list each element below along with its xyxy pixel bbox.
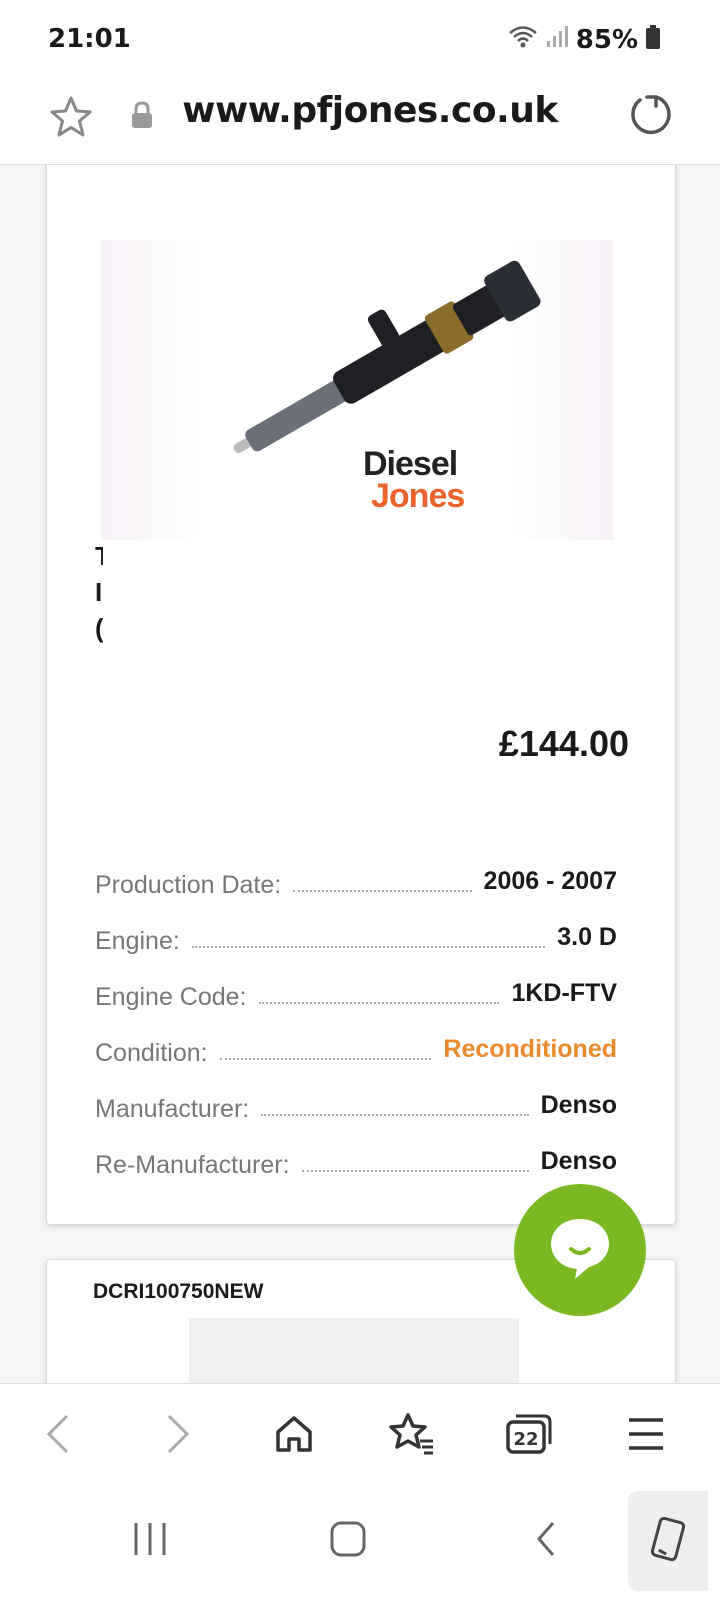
product-image[interactable]: Diesel Jones [101,240,613,540]
forward-button[interactable] [150,1408,206,1464]
spec-row-engine-code: Engine Code: 1KD-FTV [95,979,617,1011]
system-nav-bar [0,1483,720,1600]
menu-button[interactable] [618,1408,674,1464]
wifi-icon [508,24,538,55]
spec-row-production-date: Production Date: 2006 - 2007 [95,867,617,899]
system-home-button[interactable] [318,1511,378,1571]
home-icon [272,1412,316,1461]
recent-apps-icon [130,1519,170,1564]
tabs-count: 22 [513,1429,538,1450]
condition-value: Reconditioned [443,1035,617,1063]
spec-row-engine: Engine: 3.0 D [95,923,617,955]
injector-image [233,260,541,454]
rotate-screen-button[interactable] [628,1491,708,1591]
chevron-right-icon [163,1412,193,1461]
hamburger-menu-icon [626,1416,666,1457]
lock-icon[interactable] [130,100,154,135]
browser-toolbar: 22 [0,1383,720,1484]
back-button[interactable] [30,1408,86,1464]
home-button[interactable] [266,1408,322,1464]
home-square-icon [328,1519,368,1564]
chat-button[interactable] [514,1184,646,1316]
tabs-icon: 22 [504,1412,552,1461]
status-icons: 85% [508,24,660,55]
product-sku[interactable]: DCRI100750NEW [93,1280,263,1304]
spec-row-remanufacturer: Re-Manufacturer: Denso [95,1147,617,1179]
chat-bubble-icon [545,1213,615,1288]
product-title[interactable]: T I ( [95,538,103,646]
signal-icon [546,25,568,54]
back-chevron-icon [531,1519,561,1564]
watermark-jones: Jones [371,477,465,515]
product-price: £144.00 [498,723,629,764]
tabs-button[interactable]: 22 [500,1408,556,1464]
bookmark-star-icon[interactable] [48,94,94,145]
recent-apps-button[interactable] [120,1511,180,1571]
spec-list: Production Date: 2006 - 2007 Engine: 3.0… [95,844,617,1180]
bookmarks-icon [388,1411,436,1462]
chevron-left-icon [43,1412,73,1461]
status-time: 21:01 [48,24,131,54]
url-text[interactable]: www.pfjones.co.uk [180,90,560,131]
battery-percent: 85% [575,24,638,55]
rotate-phone-icon [646,1514,690,1569]
reload-icon[interactable] [626,90,674,143]
spec-row-manufacturer: Manufacturer: Denso [95,1091,617,1123]
spec-row-condition: Condition: Reconditioned [95,1035,617,1067]
status-bar: 21:01 85% [0,0,720,80]
product-card[interactable]: Diesel Jones T I ( £144.00 Production Da… [46,165,676,1225]
system-back-button[interactable] [516,1511,576,1571]
battery-icon [646,25,660,54]
bookmarks-button[interactable] [384,1408,440,1464]
next-product-image[interactable] [189,1318,519,1383]
address-bar: www.pfjones.co.uk [0,80,720,165]
